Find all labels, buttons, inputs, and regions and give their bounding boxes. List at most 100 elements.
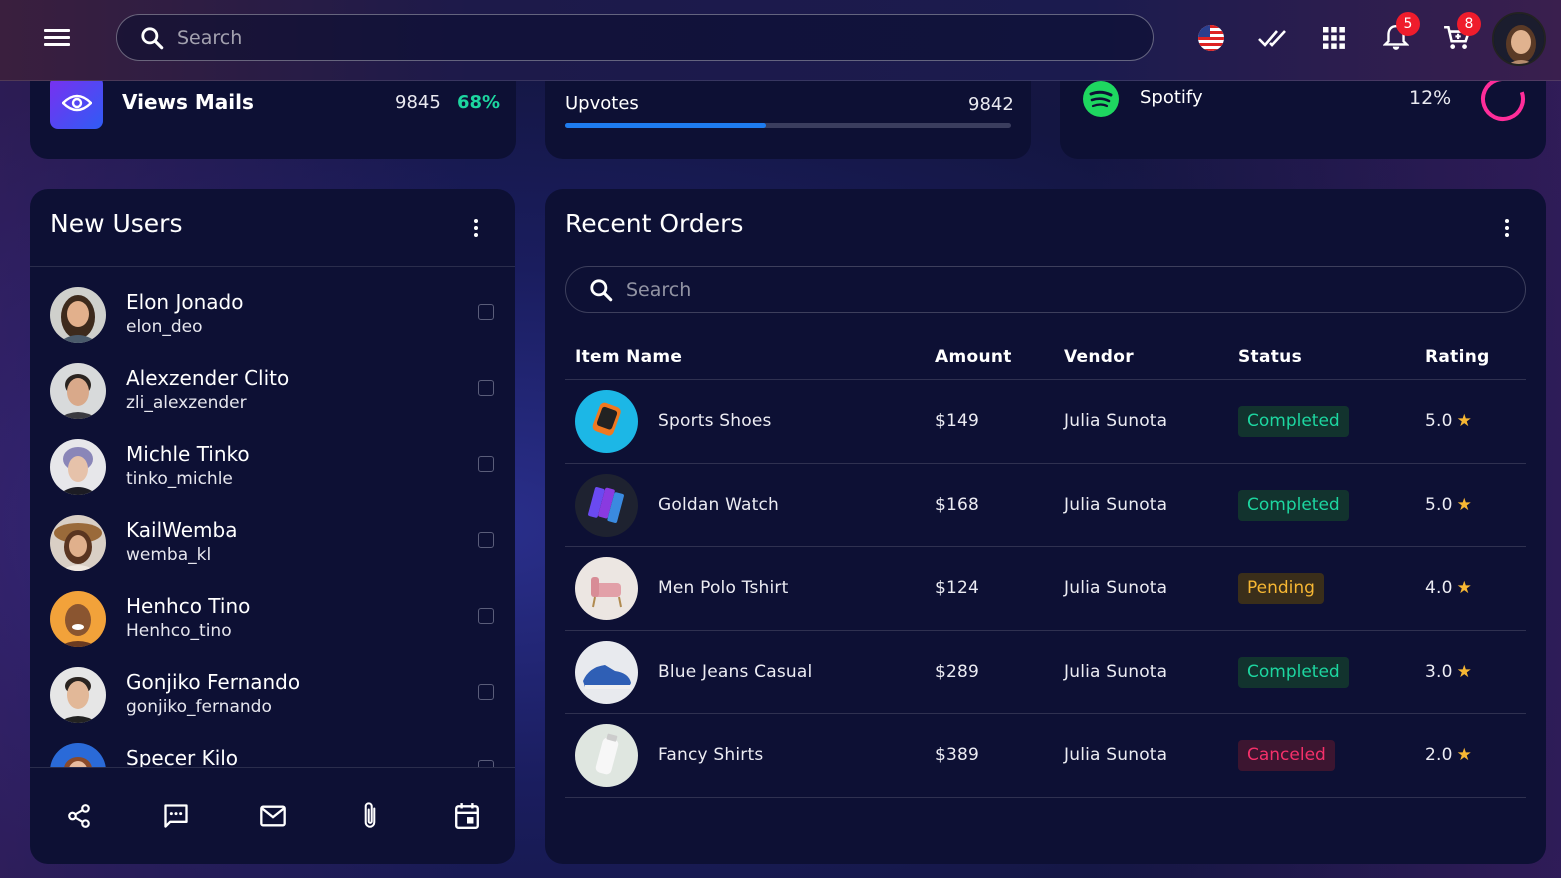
column-header-status[interactable]: Status: [1238, 347, 1302, 367]
table-row[interactable]: Blue Jeans Casual $289 Julia Sunota Comp…: [565, 630, 1526, 714]
avatar: [50, 363, 106, 419]
list-item[interactable]: Elon Jonado elon_deo: [30, 267, 515, 343]
list-item[interactable]: Specer Kilo: [30, 723, 515, 767]
status-badge: Completed: [1238, 490, 1349, 521]
mail-icon[interactable]: [257, 800, 289, 832]
item-amount: $389: [935, 745, 980, 765]
user-checkbox[interactable]: [478, 304, 494, 320]
star-icon: ★: [1456, 495, 1473, 515]
product-image: [575, 474, 638, 537]
double-check-icon[interactable]: [1253, 18, 1293, 58]
table-row[interactable]: Goldan Watch $168 Julia Sunota Completed…: [565, 463, 1526, 547]
status-badge: Pending: [1238, 573, 1324, 604]
upvotes-progress-fill: [565, 123, 766, 128]
user-name: Specer Kilo: [126, 746, 239, 767]
calendar-icon[interactable]: [451, 800, 483, 832]
column-header-rating[interactable]: Rating: [1425, 347, 1490, 367]
top-bar: 5 8: [0, 0, 1561, 81]
rating-value: 2.0: [1425, 745, 1453, 765]
item-rating: 4.0 ★: [1425, 578, 1472, 598]
item-rating: 5.0 ★: [1425, 411, 1472, 431]
avatar: [50, 591, 106, 647]
item-amount: $289: [935, 662, 980, 682]
star-icon: ★: [1456, 578, 1473, 598]
views-mails-value: 9845: [395, 92, 441, 113]
item-amount: $149: [935, 411, 980, 431]
cart-icon[interactable]: 8: [1437, 12, 1481, 58]
user-checkbox[interactable]: [478, 608, 494, 624]
user-checkbox[interactable]: [478, 532, 494, 548]
user-name: KailWemba: [126, 518, 238, 542]
status-badge: Completed: [1238, 406, 1349, 437]
user-handle: elon_deo: [126, 317, 203, 337]
apps-grid-icon[interactable]: [1314, 18, 1354, 58]
avatar: [50, 287, 106, 343]
product-image: [575, 724, 638, 787]
orders-search-bar[interactable]: [565, 266, 1526, 313]
share-icon[interactable]: [63, 800, 95, 832]
table-row[interactable]: Sports Shoes $149 Julia Sunota Completed…: [565, 379, 1526, 463]
table-row[interactable]: Men Polo Tshirt $124 Julia Sunota Pendin…: [565, 546, 1526, 630]
new-users-card: New Users Elon Jonado elon_deo Alexzende…: [30, 189, 515, 864]
user-checkbox[interactable]: [478, 456, 494, 472]
attachment-icon[interactable]: [354, 800, 386, 832]
bell-icon[interactable]: 5: [1376, 12, 1420, 58]
us-flag-icon[interactable]: [1191, 18, 1231, 58]
user-handle: gonjiko_fernando: [126, 697, 272, 717]
item-name: Goldan Watch: [658, 495, 780, 515]
list-item[interactable]: Henhco Tino Henhco_tino: [30, 571, 515, 647]
user-name: Henhco Tino: [126, 594, 251, 618]
new-users-title: New Users: [50, 209, 183, 238]
item-name: Men Polo Tshirt: [658, 578, 789, 598]
list-item[interactable]: Gonjiko Fernando gonjiko_fernando: [30, 647, 515, 723]
views-mails-percent: 68%: [457, 92, 501, 113]
user-name: Elon Jonado: [126, 290, 244, 314]
item-rating: 2.0 ★: [1425, 745, 1472, 765]
item-vendor: Julia Sunota: [1064, 411, 1168, 431]
user-checkbox[interactable]: [478, 380, 494, 396]
new-users-more-icon[interactable]: [466, 213, 486, 243]
item-vendor: Julia Sunota: [1064, 662, 1168, 682]
user-handle: wemba_kl: [126, 545, 212, 565]
status-badge: Canceled: [1238, 740, 1335, 771]
top-search-input[interactable]: [177, 21, 1127, 55]
spotify-label: Spotify: [1140, 87, 1203, 108]
top-search-bar[interactable]: [116, 14, 1154, 61]
user-checkbox[interactable]: [478, 760, 494, 767]
product-image: [575, 557, 638, 620]
menu-icon[interactable]: [44, 25, 74, 49]
user-avatar[interactable]: [1492, 12, 1546, 66]
star-icon: ★: [1456, 662, 1473, 682]
item-vendor: Julia Sunota: [1064, 495, 1168, 515]
upvotes-progress: [565, 123, 1011, 128]
spotify-percent: 12%: [1409, 87, 1452, 109]
status-badge: Completed: [1238, 657, 1349, 688]
item-amount: $124: [935, 578, 980, 598]
user-checkbox[interactable]: [478, 684, 494, 700]
list-item[interactable]: Alexzender Clito zli_alexzender: [30, 343, 515, 419]
spotify-icon: [1082, 80, 1120, 122]
rating-value: 5.0: [1425, 411, 1453, 431]
item-rating: 5.0 ★: [1425, 495, 1472, 515]
table-row[interactable]: Fancy Shirts $389 Julia Sunota Canceled …: [565, 713, 1526, 798]
upvotes-label: Upvotes: [565, 93, 639, 114]
chat-icon[interactable]: [160, 800, 192, 832]
column-header-amount[interactable]: Amount: [935, 347, 1012, 367]
recent-orders-title: Recent Orders: [565, 209, 744, 238]
avatar: [50, 439, 106, 495]
user-handle: Henhco_tino: [126, 621, 232, 641]
views-mails-label: Views Mails: [122, 90, 254, 114]
item-name: Sports Shoes: [658, 411, 772, 431]
column-header-item-name[interactable]: Item Name: [575, 347, 682, 367]
item-amount: $168: [935, 495, 980, 515]
list-item[interactable]: KailWemba wemba_kl: [30, 495, 515, 571]
notifications-badge: 5: [1396, 12, 1420, 36]
rating-value: 5.0: [1425, 495, 1453, 515]
recent-orders-more-icon[interactable]: [1497, 213, 1517, 243]
rating-value: 3.0: [1425, 662, 1453, 682]
list-item[interactable]: Michle Tinko tinko_michle: [30, 419, 515, 495]
column-header-vendor[interactable]: Vendor: [1064, 347, 1134, 367]
item-vendor: Julia Sunota: [1064, 578, 1168, 598]
star-icon: ★: [1456, 745, 1473, 765]
orders-search-input[interactable]: [626, 273, 1506, 307]
